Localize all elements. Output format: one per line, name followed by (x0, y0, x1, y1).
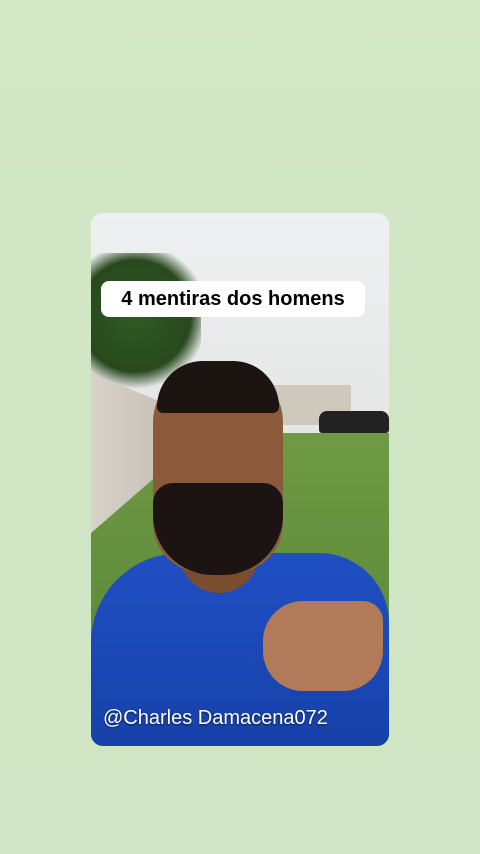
car (319, 411, 389, 433)
story-card[interactable]: 4 mentiras dos homens @Charles Damacena0… (91, 213, 389, 746)
person-hand (263, 601, 383, 691)
title-caption: 4 mentiras dos homens (101, 281, 365, 317)
watermark-caption: @Charles Damacena072 (103, 707, 328, 729)
